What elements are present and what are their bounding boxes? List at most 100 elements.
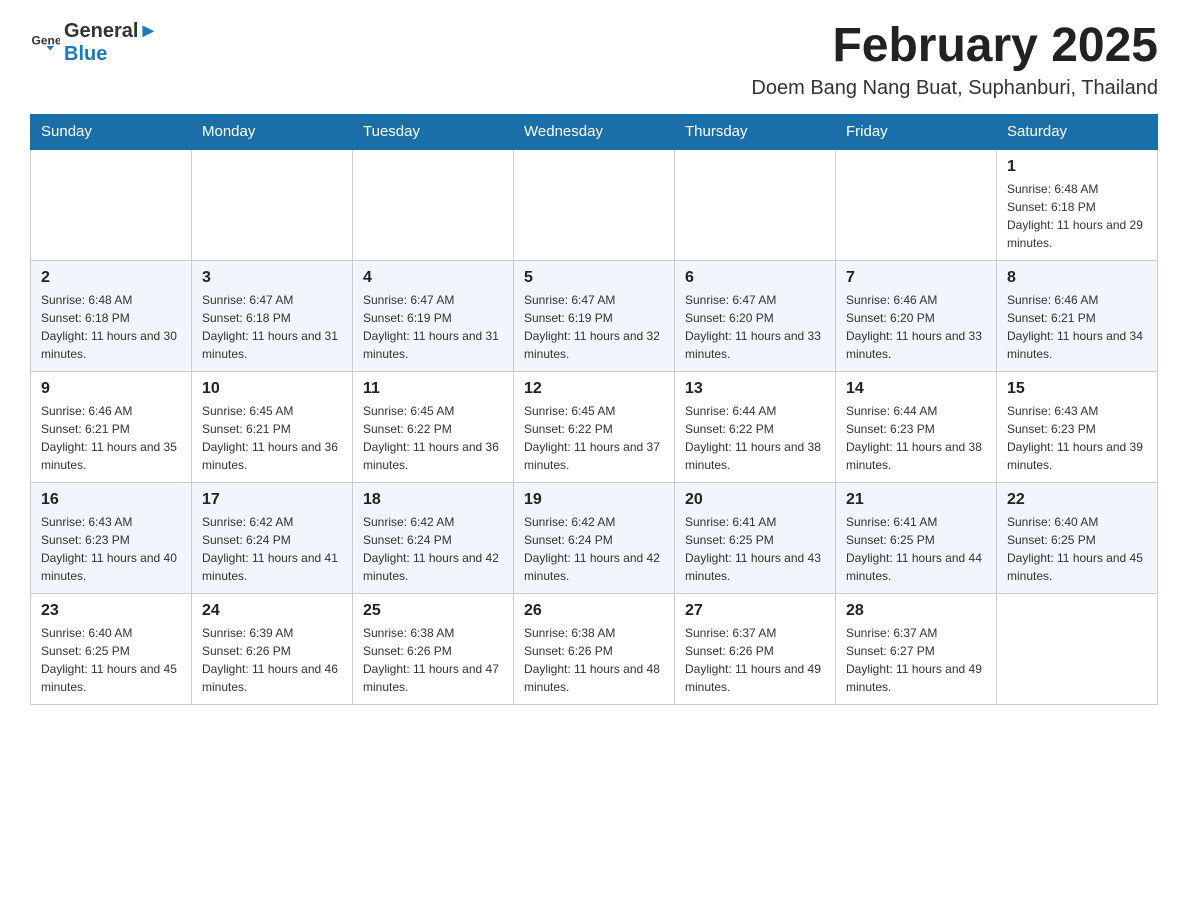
day-info: Sunrise: 6:46 AM Sunset: 6:21 PM Dayligh…	[41, 402, 181, 474]
day-number: 15	[1007, 380, 1147, 398]
day-number: 10	[202, 380, 342, 398]
day-number: 20	[685, 491, 825, 509]
day-info: Sunrise: 6:44 AM Sunset: 6:23 PM Dayligh…	[846, 402, 986, 474]
day-number: 23	[41, 602, 181, 620]
calendar-cell: 10 Sunrise: 6:45 AM Sunset: 6:21 PM Dayli…	[192, 371, 353, 482]
day-info: Sunrise: 6:42 AM Sunset: 6:24 PM Dayligh…	[524, 513, 664, 585]
day-number: 9	[41, 380, 181, 398]
calendar-table: SundayMondayTuesdayWednesdayThursdayFrid…	[30, 114, 1158, 705]
calendar-cell: 20 Sunrise: 6:41 AM Sunset: 6:25 PM Dayli…	[675, 482, 836, 593]
calendar-title: February 2025	[751, 20, 1158, 73]
calendar-cell: 2 Sunrise: 6:48 AM Sunset: 6:18 PM Daylig…	[31, 260, 192, 371]
day-number: 5	[524, 269, 664, 287]
logo-text-blue: Blue	[64, 43, 158, 66]
day-info: Sunrise: 6:38 AM Sunset: 6:26 PM Dayligh…	[363, 624, 503, 696]
day-number: 1	[1007, 158, 1147, 176]
calendar-cell: 1 Sunrise: 6:48 AM Sunset: 6:18 PM Daylig…	[997, 149, 1158, 261]
weekday-header-wednesday: Wednesday	[514, 114, 675, 149]
day-info: Sunrise: 6:40 AM Sunset: 6:25 PM Dayligh…	[41, 624, 181, 696]
calendar-week-row: 23 Sunrise: 6:40 AM Sunset: 6:25 PM Dayli…	[31, 593, 1158, 704]
day-number: 24	[202, 602, 342, 620]
day-number: 14	[846, 380, 986, 398]
day-number: 8	[1007, 269, 1147, 287]
day-number: 6	[685, 269, 825, 287]
day-info: Sunrise: 6:43 AM Sunset: 6:23 PM Dayligh…	[1007, 402, 1147, 474]
day-info: Sunrise: 6:38 AM Sunset: 6:26 PM Dayligh…	[524, 624, 664, 696]
day-number: 13	[685, 380, 825, 398]
day-number: 19	[524, 491, 664, 509]
calendar-cell: 16 Sunrise: 6:43 AM Sunset: 6:23 PM Dayli…	[31, 482, 192, 593]
calendar-week-row: 9 Sunrise: 6:46 AM Sunset: 6:21 PM Daylig…	[31, 371, 1158, 482]
calendar-subtitle: Doem Bang Nang Buat, Suphanburi, Thailan…	[751, 77, 1158, 100]
calendar-cell: 26 Sunrise: 6:38 AM Sunset: 6:26 PM Dayli…	[514, 593, 675, 704]
calendar-cell: 18 Sunrise: 6:42 AM Sunset: 6:24 PM Dayli…	[353, 482, 514, 593]
day-number: 25	[363, 602, 503, 620]
day-info: Sunrise: 6:47 AM Sunset: 6:19 PM Dayligh…	[363, 291, 503, 363]
calendar-cell: 9 Sunrise: 6:46 AM Sunset: 6:21 PM Daylig…	[31, 371, 192, 482]
day-info: Sunrise: 6:37 AM Sunset: 6:27 PM Dayligh…	[846, 624, 986, 696]
day-info: Sunrise: 6:47 AM Sunset: 6:19 PM Dayligh…	[524, 291, 664, 363]
day-info: Sunrise: 6:40 AM Sunset: 6:25 PM Dayligh…	[1007, 513, 1147, 585]
day-info: Sunrise: 6:45 AM Sunset: 6:22 PM Dayligh…	[363, 402, 503, 474]
calendar-cell: 7Sunrise: 6:46 AM Sunset: 6:20 PM Daylig…	[836, 260, 997, 371]
calendar-cell	[353, 149, 514, 261]
day-info: Sunrise: 6:45 AM Sunset: 6:22 PM Dayligh…	[524, 402, 664, 474]
calendar-cell: 21 Sunrise: 6:41 AM Sunset: 6:25 PM Dayli…	[836, 482, 997, 593]
calendar-cell: 19 Sunrise: 6:42 AM Sunset: 6:24 PM Dayli…	[514, 482, 675, 593]
calendar-cell: 25 Sunrise: 6:38 AM Sunset: 6:26 PM Dayli…	[353, 593, 514, 704]
calendar-cell	[836, 149, 997, 261]
day-number: 2	[41, 269, 181, 287]
calendar-cell: 6 Sunrise: 6:47 AM Sunset: 6:20 PM Daylig…	[675, 260, 836, 371]
calendar-cell: 22 Sunrise: 6:40 AM Sunset: 6:25 PM Dayli…	[997, 482, 1158, 593]
weekday-header-friday: Friday	[836, 114, 997, 149]
calendar-cell: 11 Sunrise: 6:45 AM Sunset: 6:22 PM Dayli…	[353, 371, 514, 482]
day-info: Sunrise: 6:47 AM Sunset: 6:20 PM Dayligh…	[685, 291, 825, 363]
logo-text-black: General►	[64, 20, 158, 43]
day-number: 27	[685, 602, 825, 620]
day-number: 18	[363, 491, 503, 509]
day-number: 21	[846, 491, 986, 509]
svg-text:General: General	[32, 34, 61, 48]
calendar-cell: 8 Sunrise: 6:46 AM Sunset: 6:21 PM Daylig…	[997, 260, 1158, 371]
calendar-cell: 13Sunrise: 6:44 AM Sunset: 6:22 PM Dayli…	[675, 371, 836, 482]
calendar-cell	[192, 149, 353, 261]
calendar-cell: 23 Sunrise: 6:40 AM Sunset: 6:25 PM Dayli…	[31, 593, 192, 704]
calendar-cell: 17Sunrise: 6:42 AM Sunset: 6:24 PM Dayli…	[192, 482, 353, 593]
weekday-header-sunday: Sunday	[31, 114, 192, 149]
day-info: Sunrise: 6:46 AM Sunset: 6:20 PM Dayligh…	[846, 291, 986, 363]
calendar-week-row: 2 Sunrise: 6:48 AM Sunset: 6:18 PM Daylig…	[31, 260, 1158, 371]
weekday-header-row: SundayMondayTuesdayWednesdayThursdayFrid…	[31, 114, 1158, 149]
calendar-cell	[997, 593, 1158, 704]
calendar-cell	[675, 149, 836, 261]
day-number: 11	[363, 380, 503, 398]
day-info: Sunrise: 6:45 AM Sunset: 6:21 PM Dayligh…	[202, 402, 342, 474]
calendar-cell: 4Sunrise: 6:47 AM Sunset: 6:19 PM Daylig…	[353, 260, 514, 371]
day-info: Sunrise: 6:48 AM Sunset: 6:18 PM Dayligh…	[1007, 180, 1147, 252]
calendar-title-area: February 2025 Doem Bang Nang Buat, Supha…	[751, 20, 1158, 100]
day-number: 16	[41, 491, 181, 509]
day-number: 3	[202, 269, 342, 287]
day-number: 26	[524, 602, 664, 620]
logo: General General► Blue	[30, 20, 158, 66]
page-header: General General► Blue February 2025 Doem…	[30, 20, 1158, 100]
calendar-week-row: 1 Sunrise: 6:48 AM Sunset: 6:18 PM Daylig…	[31, 149, 1158, 261]
day-number: 28	[846, 602, 986, 620]
calendar-cell: 12 Sunrise: 6:45 AM Sunset: 6:22 PM Dayli…	[514, 371, 675, 482]
day-number: 22	[1007, 491, 1147, 509]
day-number: 12	[524, 380, 664, 398]
day-info: Sunrise: 6:41 AM Sunset: 6:25 PM Dayligh…	[846, 513, 986, 585]
calendar-cell: 28 Sunrise: 6:37 AM Sunset: 6:27 PM Dayli…	[836, 593, 997, 704]
logo-icon: General	[30, 28, 60, 58]
day-info: Sunrise: 6:41 AM Sunset: 6:25 PM Dayligh…	[685, 513, 825, 585]
day-info: Sunrise: 6:43 AM Sunset: 6:23 PM Dayligh…	[41, 513, 181, 585]
day-number: 17	[202, 491, 342, 509]
calendar-cell: 14 Sunrise: 6:44 AM Sunset: 6:23 PM Dayli…	[836, 371, 997, 482]
calendar-cell: 27Sunrise: 6:37 AM Sunset: 6:26 PM Dayli…	[675, 593, 836, 704]
day-info: Sunrise: 6:42 AM Sunset: 6:24 PM Dayligh…	[363, 513, 503, 585]
calendar-week-row: 16 Sunrise: 6:43 AM Sunset: 6:23 PM Dayli…	[31, 482, 1158, 593]
day-info: Sunrise: 6:39 AM Sunset: 6:26 PM Dayligh…	[202, 624, 342, 696]
weekday-header-tuesday: Tuesday	[353, 114, 514, 149]
day-info: Sunrise: 6:46 AM Sunset: 6:21 PM Dayligh…	[1007, 291, 1147, 363]
day-info: Sunrise: 6:48 AM Sunset: 6:18 PM Dayligh…	[41, 291, 181, 363]
calendar-cell: 3Sunrise: 6:47 AM Sunset: 6:18 PM Daylig…	[192, 260, 353, 371]
